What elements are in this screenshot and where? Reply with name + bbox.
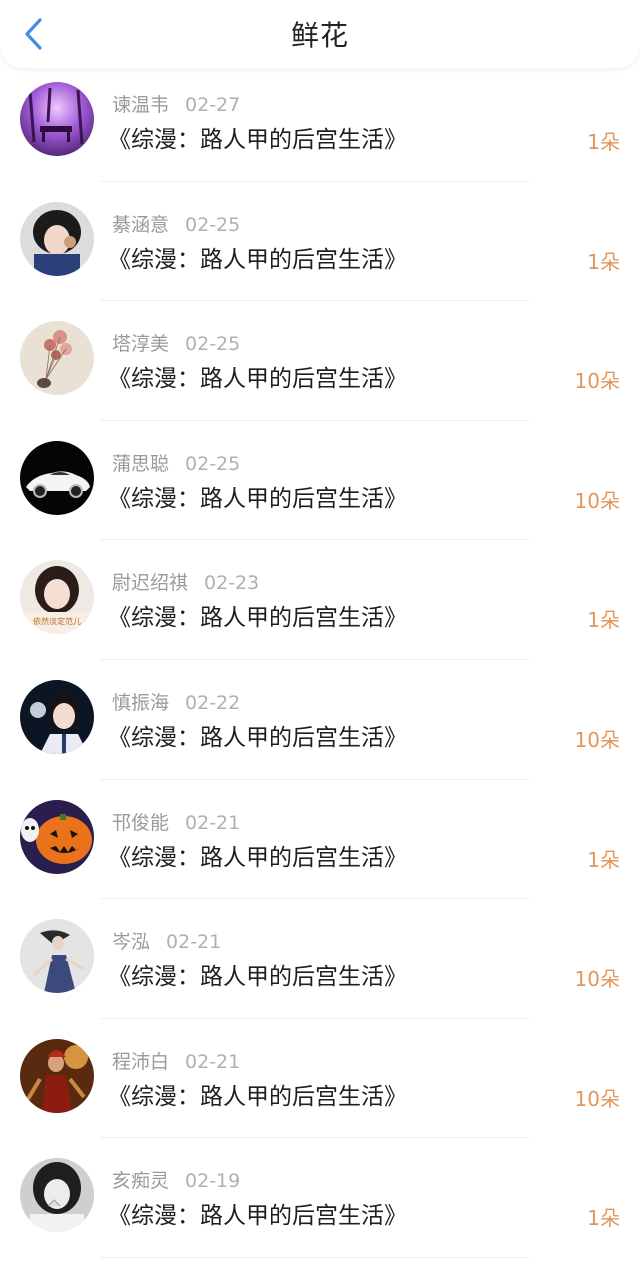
user-name: 程沛白: [112, 1050, 170, 1073]
book-title: 《综漫：路人甲的后宫生活》: [108, 246, 407, 273]
meta-line: 慎振海 02-22: [112, 688, 240, 715]
flower-count: 1朵: [587, 1206, 620, 1231]
gift-date: 02-19: [185, 1170, 241, 1193]
flower-count: 10朵: [574, 1086, 620, 1111]
user-name: 谏温韦: [112, 94, 170, 116]
gift-list: 谏温韦 02-27 《综漫：路人甲的后宫生活》 1朵 綦涵意 02-25 《综漫：路…: [0, 62, 640, 1258]
girl-photo-avatar[interactable]: [20, 201, 94, 276]
list-item[interactable]: 谏温韦 02-27 《综漫：路人甲的后宫生活》 1朵: [0, 62, 640, 182]
page-title: 鲜花: [290, 19, 349, 52]
flower-count: 1朵: [587, 608, 620, 633]
meta-line: 蒲思聪 02-25: [112, 449, 240, 476]
pumpkin-avatar[interactable]: [20, 799, 94, 874]
flower-count: 1朵: [587, 847, 620, 872]
dancer-avatar[interactable]: [20, 919, 94, 994]
user-name: 蒲思聪: [112, 452, 170, 475]
book-title: 《综漫：路人甲的后宫生活》: [108, 844, 407, 871]
gift-date: 02-27: [185, 94, 241, 116]
avatar-text: 依然淡定范儿: [33, 616, 81, 626]
meta-line: 亥痴灵 02-19: [112, 1166, 240, 1193]
flower-count: 1朵: [587, 249, 620, 274]
list-item[interactable]: 依然淡定范儿 尉迟绍祺 02-23 《综漫：路人甲的后宫生活》 1朵: [0, 540, 640, 660]
meta-line: 綦涵意 02-25: [112, 210, 240, 237]
user-name: 邗俊能: [112, 811, 170, 834]
gift-date: 02-22: [185, 691, 241, 714]
book-title: 《综漫：路人甲的后宫生活》: [108, 127, 407, 153]
boy-portrait-avatar[interactable]: [20, 679, 94, 754]
gift-date: 02-21: [185, 1050, 241, 1073]
user-name: 慎振海: [112, 691, 170, 714]
gift-date: 02-21: [185, 811, 241, 834]
girl-portrait-avatar[interactable]: 依然淡定范儿: [20, 560, 94, 635]
gift-date: 02-25: [185, 333, 241, 356]
warrior-avatar[interactable]: [20, 1038, 94, 1113]
book-title: 《综漫：路人甲的后宫生活》: [108, 1203, 407, 1230]
purple-forest-avatar[interactable]: [20, 82, 94, 156]
flower-count: 1朵: [587, 130, 620, 154]
book-title: 《综漫：路人甲的后宫生活》: [108, 1083, 407, 1110]
user-name: 綦涵意: [112, 213, 170, 236]
book-title: 《综漫：路人甲的后宫生活》: [108, 485, 407, 512]
list-item[interactable]: 綦涵意 02-25 《综漫：路人甲的后宫生活》 1朵: [0, 182, 640, 302]
gift-date: 02-25: [185, 452, 241, 475]
user-name: 亥痴灵: [112, 1170, 170, 1193]
balloons-avatar[interactable]: [20, 321, 94, 396]
flower-count: 10朵: [574, 488, 620, 513]
user-name: 塔淳美: [112, 333, 170, 356]
bw-girl-avatar[interactable]: [20, 1158, 94, 1233]
meta-line: 谏温韦 02-27: [112, 90, 240, 117]
sports-car-avatar[interactable]: [20, 440, 94, 515]
gift-date: 02-23: [204, 572, 260, 595]
gift-date: 02-25: [185, 213, 241, 236]
nav-bar: 鲜花: [0, 0, 640, 68]
list-item[interactable]: 慎振海 02-22 《综漫：路人甲的后宫生活》 10朵: [0, 660, 640, 780]
meta-line: 岑泓 02-21: [112, 927, 221, 954]
meta-line: 尉迟绍祺 02-23: [112, 568, 259, 595]
flower-count: 10朵: [574, 967, 620, 992]
meta-line: 塔淳美 02-25: [112, 329, 240, 356]
list-item[interactable]: 亥痴灵 02-19 《综漫：路人甲的后宫生活》 1朵: [0, 1138, 640, 1258]
meta-line: 邗俊能 02-21: [112, 808, 240, 835]
meta-line: 程沛白 02-21: [112, 1047, 240, 1074]
list-item[interactable]: 蒲思聪 02-25 《综漫：路人甲的后宫生活》 10朵: [0, 421, 640, 541]
gift-record-screen: 鲜花 谏温韦 02-27 《综漫：路人甲的后宫生活》 1朵 綦涵意 02-25 …: [0, 0, 640, 1261]
user-name: 尉迟绍祺: [112, 572, 189, 595]
book-title: 《综漫：路人甲的后宫生活》: [108, 964, 407, 991]
book-title: 《综漫：路人甲的后宫生活》: [108, 724, 407, 751]
gift-date: 02-21: [166, 931, 222, 954]
book-title: 《综漫：路人甲的后宫生活》: [108, 366, 407, 393]
list-item[interactable]: 程沛白 02-21 《综漫：路人甲的后宫生活》 10朵: [0, 1019, 640, 1139]
flower-count: 10朵: [574, 727, 620, 752]
list-item[interactable]: 塔淳美 02-25 《综漫：路人甲的后宫生活》 10朵: [0, 301, 640, 421]
list-item[interactable]: 岑泓 02-21 《综漫：路人甲的后宫生活》 10朵: [0, 899, 640, 1019]
flower-count: 10朵: [574, 369, 620, 394]
user-name: 岑泓: [112, 931, 151, 954]
list-item[interactable]: 邗俊能 02-21 《综漫：路人甲的后宫生活》 1朵: [0, 780, 640, 900]
divider: [100, 1256, 530, 1258]
book-title: 《综漫：路人甲的后宫生活》: [108, 605, 407, 632]
